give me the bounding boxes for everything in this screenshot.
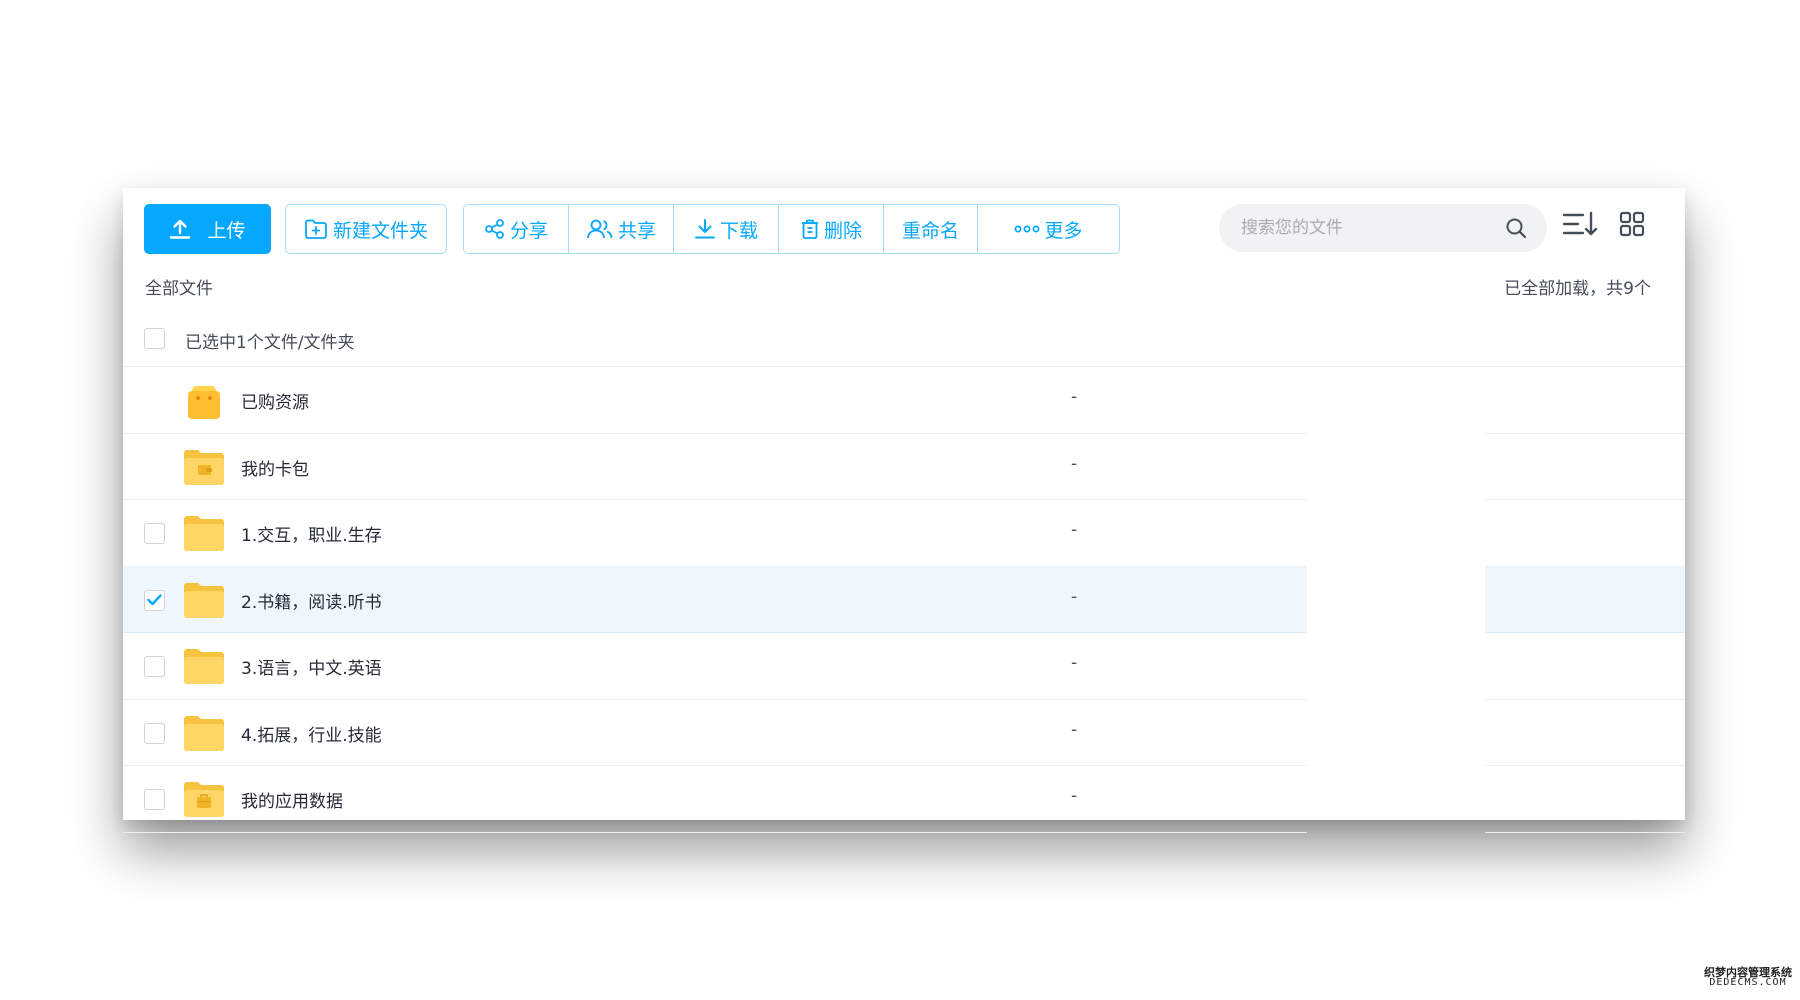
- card-wallet-folder-icon: [184, 448, 224, 490]
- toolbar: 上传 新建文件夹 分享 共享 下载 删除 重命名 更多 搜索您的文件: [123, 188, 1685, 272]
- breadcrumb[interactable]: 全部文件: [145, 274, 213, 299]
- more-button[interactable]: 更多: [978, 205, 1119, 253]
- selection-count-text: 已选中1个文件/文件夹: [185, 333, 355, 353]
- search-icon[interactable]: [1505, 217, 1527, 243]
- rename-label: 重命名: [901, 219, 959, 242]
- new-folder-icon: [304, 218, 328, 240]
- file-row[interactable]: 3.语言，中文.英语 -: [123, 633, 1685, 700]
- file-name[interactable]: 2.书籍，阅读.听书: [241, 588, 382, 613]
- row-checkbox[interactable]: [144, 656, 165, 677]
- file-name[interactable]: 已购资源: [241, 388, 309, 413]
- file-size: -: [1071, 453, 1078, 474]
- file-size: -: [1071, 653, 1078, 673]
- file-row[interactable]: 我的卡包 -: [123, 434, 1685, 501]
- search-box: [1219, 204, 1547, 252]
- grid-view-icon[interactable]: [1619, 211, 1645, 241]
- file-size: -: [1071, 719, 1078, 740]
- file-name[interactable]: 4.拓展，行业.技能: [241, 721, 382, 746]
- download-label: 下载: [719, 219, 758, 242]
- row-checkbox-checked[interactable]: [144, 589, 165, 611]
- sort-icon[interactable]: [1562, 211, 1598, 241]
- collaborate-button[interactable]: 共享: [569, 205, 674, 253]
- checkmark-icon: [147, 591, 162, 610]
- file-row[interactable]: 4.拓展，行业.技能 -: [123, 700, 1685, 767]
- row-checkbox[interactable]: [144, 523, 165, 544]
- file-name[interactable]: 我的卡包: [241, 455, 309, 480]
- upload-icon: [169, 218, 191, 240]
- upload-button[interactable]: 上传: [144, 204, 271, 254]
- download-icon: [694, 218, 716, 240]
- collaborate-label: 共享: [617, 219, 656, 242]
- trash-icon: [800, 218, 820, 240]
- file-list: 已购资源 - 我的卡包 - 1.交互，职业.生存 - 2.书籍，阅读.听书 - …: [123, 367, 1685, 833]
- action-button-group: 分享 共享 下载 删除 重命名 更多: [463, 204, 1120, 254]
- more-label: 更多: [1044, 219, 1083, 242]
- share-label: 分享: [509, 219, 548, 242]
- file-name[interactable]: 1.交互，职业.生存: [241, 521, 382, 546]
- file-row[interactable]: 已购资源 -: [123, 367, 1685, 434]
- folder-icon: [184, 581, 224, 623]
- share-button[interactable]: 分享: [464, 205, 569, 253]
- download-button[interactable]: 下载: [674, 205, 779, 253]
- new-folder-label: 新建文件夹: [332, 219, 428, 242]
- watermark-logo: 织梦内容管理系统 DEDECMS.COM: [1698, 967, 1798, 988]
- file-size: -: [1071, 786, 1078, 806]
- delete-label: 删除: [823, 219, 862, 242]
- rename-button[interactable]: 重命名: [884, 205, 978, 253]
- users-icon: [586, 218, 614, 240]
- folder-icon: [184, 514, 224, 556]
- file-name[interactable]: 我的应用数据: [241, 787, 343, 812]
- row-checkbox[interactable]: [144, 789, 165, 810]
- search-input[interactable]: [1241, 204, 1501, 252]
- file-size: -: [1071, 387, 1078, 407]
- watermark-line2: DEDECMS.COM: [1709, 977, 1787, 988]
- file-row-selected[interactable]: 2.书籍，阅读.听书 -: [123, 566, 1685, 633]
- upload-label: 上传: [207, 219, 246, 242]
- folder-icon: [184, 714, 224, 756]
- app-data-folder-icon: [184, 780, 224, 822]
- file-size: -: [1071, 520, 1078, 540]
- file-manager-window: 上传 新建文件夹 分享 共享 下载 删除 重命名 更多 搜索您的文件 全部文件 …: [123, 188, 1685, 833]
- file-name[interactable]: 3.语言，中文.英语: [241, 654, 382, 679]
- more-icon: [1014, 224, 1040, 234]
- folder-icon: [184, 647, 224, 689]
- select-all-checkbox[interactable]: [144, 328, 165, 349]
- file-size: -: [1071, 586, 1078, 607]
- load-status-text: 已全部加载，共9个: [1504, 279, 1651, 299]
- new-folder-button[interactable]: 新建文件夹: [285, 204, 447, 254]
- file-row[interactable]: 我的应用数据 -: [123, 766, 1685, 833]
- delete-button[interactable]: 删除: [779, 205, 884, 253]
- selection-header: 已选中1个文件/文件夹: [123, 315, 1685, 367]
- file-row[interactable]: 1.交互，职业.生存 -: [123, 500, 1685, 567]
- share-icon: [484, 218, 506, 240]
- row-checkbox[interactable]: [144, 722, 165, 744]
- shopping-bag-icon: [184, 381, 224, 425]
